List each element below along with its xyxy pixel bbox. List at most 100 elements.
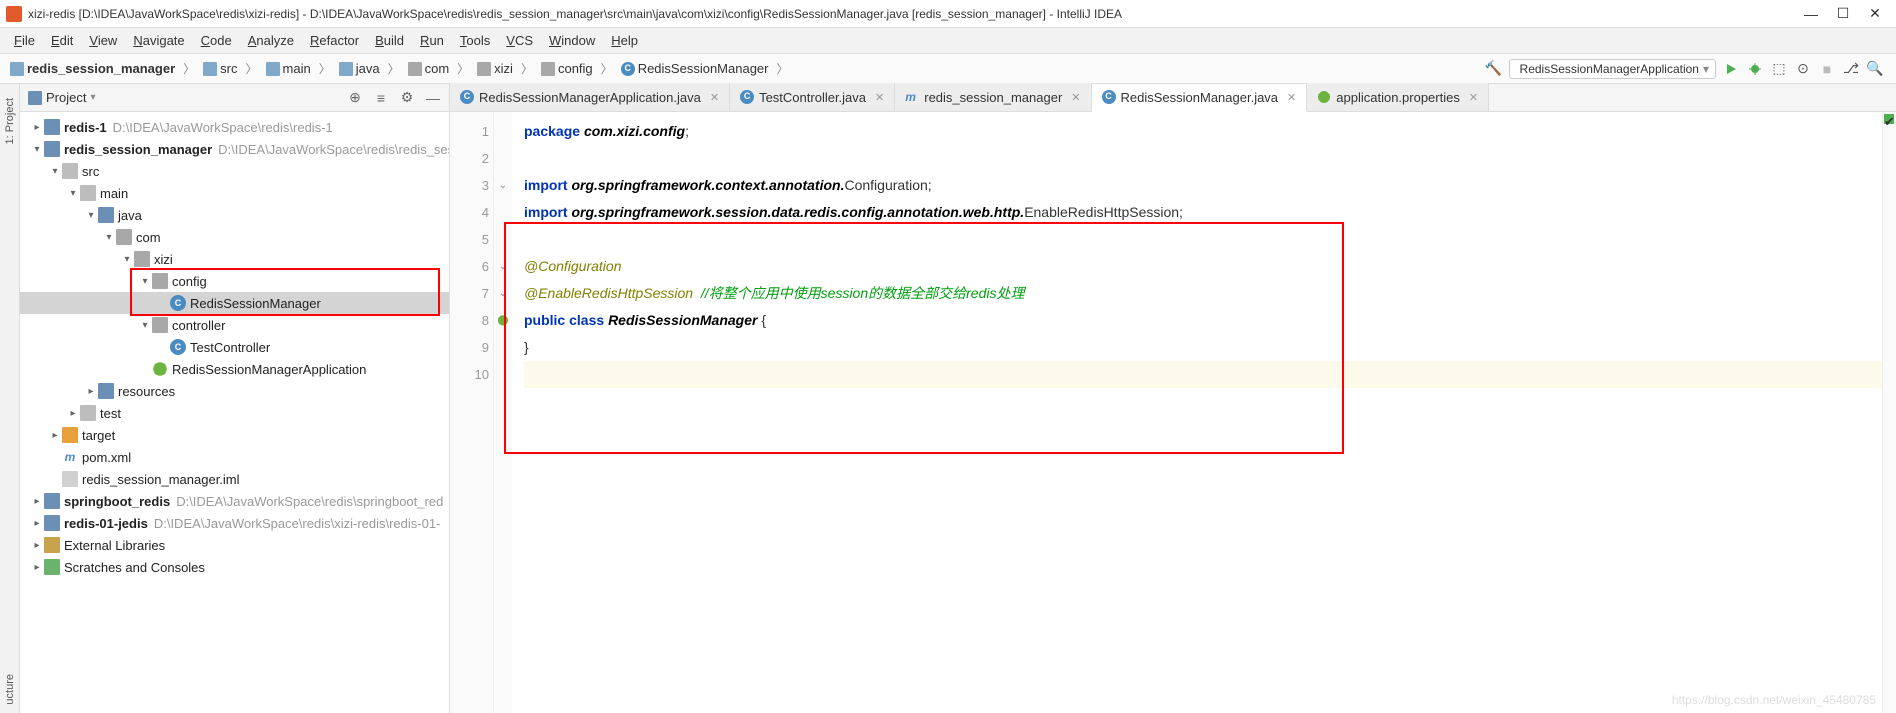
- tree-twisty[interactable]: ▾: [66, 188, 80, 199]
- chevron-down-icon[interactable]: ▾: [90, 92, 95, 103]
- crumb-src[interactable]: src: [199, 59, 241, 78]
- crumb-config[interactable]: config: [537, 59, 597, 78]
- menu-build[interactable]: Build: [367, 30, 412, 51]
- menu-vcs[interactable]: VCS: [498, 30, 541, 51]
- menu-tools[interactable]: Tools: [452, 30, 498, 51]
- tab-RedisSessionManager.java[interactable]: CRedisSessionManager.java✕: [1092, 84, 1308, 112]
- project-tree[interactable]: ▸redis-1D:\IDEA\JavaWorkSpace\redis\redi…: [20, 112, 449, 713]
- code-line-10[interactable]: [524, 361, 1882, 388]
- tree-row-com[interactable]: ▾com: [20, 226, 449, 248]
- tree-twisty[interactable]: ▾: [138, 276, 152, 287]
- tree-twisty[interactable]: ▸: [30, 518, 44, 529]
- crumb-java[interactable]: java: [335, 59, 384, 78]
- close-icon[interactable]: ✕: [1071, 91, 1080, 104]
- code-line-7[interactable]: @EnableRedisHttpSession //将整个应用中使用sessio…: [524, 280, 1882, 307]
- profile-button[interactable]: ⊙: [1794, 60, 1812, 78]
- search-button[interactable]: 🔍: [1866, 60, 1884, 78]
- code-line-8[interactable]: public class RedisSessionManager {: [524, 307, 1882, 334]
- debug-button[interactable]: [1746, 60, 1764, 78]
- scroll-from-source-icon[interactable]: ⊕: [347, 90, 363, 106]
- tree-twisty[interactable]: ▸: [30, 496, 44, 507]
- tree-row-xizi[interactable]: ▾xizi: [20, 248, 449, 270]
- collapse-all-icon[interactable]: ≡: [373, 90, 389, 106]
- code-line-4[interactable]: import org.springframework.session.data.…: [524, 199, 1882, 226]
- code-line-2[interactable]: [524, 145, 1882, 172]
- minimize-button[interactable]: —: [1804, 7, 1818, 21]
- menu-help[interactable]: Help: [603, 30, 646, 51]
- code-line-3[interactable]: import org.springframework.context.annot…: [524, 172, 1882, 199]
- code-line-6[interactable]: @Configuration: [524, 253, 1882, 280]
- close-icon[interactable]: ✕: [1287, 91, 1296, 104]
- menu-view[interactable]: View: [81, 30, 125, 51]
- tab-application.properties[interactable]: application.properties✕: [1307, 83, 1489, 111]
- tree-row-redis_session_manager.iml[interactable]: redis_session_manager.iml: [20, 468, 449, 490]
- tree-row-controller[interactable]: ▾controller: [20, 314, 449, 336]
- tab-redis_session_manager[interactable]: mredis_session_manager✕: [895, 83, 1091, 111]
- tree-row-main[interactable]: ▾main: [20, 182, 449, 204]
- build-icon[interactable]: 🔨: [1485, 60, 1503, 78]
- tree-row-src[interactable]: ▾src: [20, 160, 449, 182]
- tree-row-springboot_redis[interactable]: ▸springboot_redisD:\IDEA\JavaWorkSpace\r…: [20, 490, 449, 512]
- hide-panel-icon[interactable]: —: [425, 90, 441, 106]
- tree-row-External Libraries[interactable]: ▸External Libraries: [20, 534, 449, 556]
- tree-twisty[interactable]: ▾: [84, 210, 98, 221]
- strip-project[interactable]: 1: Project: [2, 90, 18, 152]
- git-button[interactable]: ⎇: [1842, 60, 1860, 78]
- run-button[interactable]: [1722, 60, 1740, 78]
- tree-row-redis-01-jedis[interactable]: ▸redis-01-jedisD:\IDEA\JavaWorkSpace\red…: [20, 512, 449, 534]
- menu-run[interactable]: Run: [412, 30, 452, 51]
- tab-RedisSessionManagerApplication.java[interactable]: CRedisSessionManagerApplication.java✕: [450, 83, 730, 111]
- stop-button[interactable]: ■: [1818, 60, 1836, 78]
- menu-navigate[interactable]: Navigate: [125, 30, 192, 51]
- tree-row-pom.xml[interactable]: mpom.xml: [20, 446, 449, 468]
- close-icon[interactable]: ✕: [875, 91, 884, 104]
- tree-twisty[interactable]: ▸: [30, 562, 44, 573]
- tree-row-RedisSessionManagerApplication[interactable]: RedisSessionManagerApplication: [20, 358, 449, 380]
- menu-window[interactable]: Window: [541, 30, 603, 51]
- code-line-1[interactable]: package com.xizi.config;: [524, 118, 1882, 145]
- code-editor[interactable]: package com.xizi.config; import org.spri…: [512, 112, 1882, 713]
- menu-code[interactable]: Code: [193, 30, 240, 51]
- tree-row-TestController[interactable]: CTestController: [20, 336, 449, 358]
- minimap[interactable]: ✔: [1882, 112, 1896, 713]
- tree-row-test[interactable]: ▸test: [20, 402, 449, 424]
- tree-row-config[interactable]: ▾config: [20, 270, 449, 292]
- close-icon[interactable]: ✕: [710, 91, 719, 104]
- crumb-xizi[interactable]: xizi: [473, 59, 517, 78]
- tree-row-redis-1[interactable]: ▸redis-1D:\IDEA\JavaWorkSpace\redis\redi…: [20, 116, 449, 138]
- crumb-com[interactable]: com: [404, 59, 454, 78]
- crumb-redis_session_manager[interactable]: redis_session_manager: [6, 59, 179, 78]
- tree-twisty[interactable]: ▾: [30, 144, 44, 155]
- menu-analyze[interactable]: Analyze: [240, 30, 302, 51]
- tree-row-Scratches and Consoles[interactable]: ▸Scratches and Consoles: [20, 556, 449, 578]
- menu-refactor[interactable]: Refactor: [302, 30, 367, 51]
- strip-structure[interactable]: ucture: [2, 666, 18, 713]
- tree-twisty[interactable]: ▾: [120, 254, 134, 265]
- tree-row-RedisSessionManager[interactable]: CRedisSessionManager: [20, 292, 449, 314]
- crumb-main[interactable]: main: [262, 59, 315, 78]
- tree-twisty[interactable]: ▸: [48, 430, 62, 441]
- maximize-button[interactable]: ☐: [1836, 7, 1850, 21]
- close-icon[interactable]: ✕: [1469, 91, 1478, 104]
- tree-row-java[interactable]: ▾java: [20, 204, 449, 226]
- code-line-5[interactable]: [524, 226, 1882, 253]
- tree-twisty[interactable]: ▸: [30, 540, 44, 551]
- tree-row-target[interactable]: ▸target: [20, 424, 449, 446]
- tree-twisty[interactable]: ▸: [84, 386, 98, 397]
- code-line-9[interactable]: }: [524, 334, 1882, 361]
- menu-file[interactable]: File: [6, 30, 43, 51]
- menu-edit[interactable]: Edit: [43, 30, 81, 51]
- tree-twisty[interactable]: ▸: [66, 408, 80, 419]
- tree-twisty[interactable]: ▸: [30, 122, 44, 133]
- close-button[interactable]: ✕: [1868, 7, 1882, 21]
- run-config-select[interactable]: RedisSessionManagerApplication ▾: [1509, 59, 1716, 79]
- tree-twisty[interactable]: ▾: [48, 166, 62, 177]
- coverage-button[interactable]: ⬚: [1770, 60, 1788, 78]
- crumb-RedisSessionManager[interactable]: CRedisSessionManager: [617, 59, 773, 78]
- tree-twisty[interactable]: ▾: [138, 320, 152, 331]
- tree-twisty[interactable]: ▾: [102, 232, 116, 243]
- tree-row-resources[interactable]: ▸resources: [20, 380, 449, 402]
- tab-TestController.java[interactable]: CTestController.java✕: [730, 83, 895, 111]
- settings-icon[interactable]: ⚙: [399, 90, 415, 106]
- tree-row-redis_session_manager[interactable]: ▾redis_session_managerD:\IDEA\JavaWorkSp…: [20, 138, 449, 160]
